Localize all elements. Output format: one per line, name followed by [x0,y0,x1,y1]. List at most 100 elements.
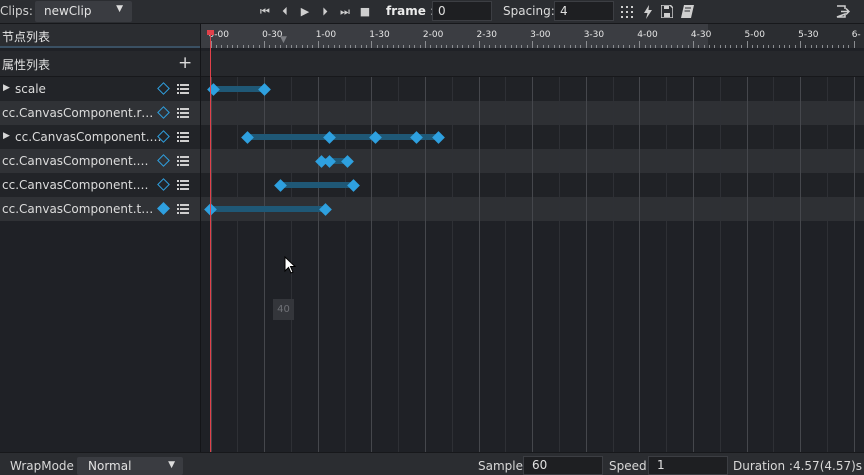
list-menu-icon[interactable] [177,84,189,94]
grid-line [639,77,640,452]
ruler-tick-mark [827,45,828,48]
ruler-tick-mark [286,45,287,48]
ruler-tick-label: 1-00 [315,30,337,40]
speed-input[interactable]: 1 [648,456,728,475]
ruler-tick-mark [253,45,254,48]
property-row[interactable]: cc.CanvasComponent.tar… [0,197,200,221]
ruler-tick-mark [704,45,705,48]
clip-select[interactable]: newClip ▼ [35,1,132,22]
ruler-tick-mark [693,41,694,48]
property-row[interactable]: cc.CanvasComponent.prio… [0,173,200,197]
grid-line [720,77,721,452]
wrapmode-value: Normal [88,459,132,473]
grid-line [747,77,748,452]
keyframe-segment[interactable] [280,182,354,188]
property-row[interactable]: cc.CanvasComponent.cle… [0,149,200,173]
list-menu-icon[interactable] [177,180,189,190]
exit-icon[interactable] [836,5,850,18]
list-menu-icon[interactable] [177,108,189,118]
ruler-tick-label: 4-30 [690,30,712,40]
ruler-tick-mark [763,45,764,48]
property-row[interactable]: cc.CanvasComponent.ren… [0,101,200,125]
grid-line [559,77,560,452]
add-keyframe-icon[interactable] [157,154,170,167]
ruler-tick-mark [489,45,490,48]
ruler-tick-mark [328,45,329,48]
grid-dots-icon[interactable] [621,6,634,18]
property-name: scale [15,82,46,96]
frame-input[interactable]: 0 [432,1,492,21]
property-row[interactable]: ▶ cc.CanvasComponent.… [0,125,200,149]
jump-to-end-icon[interactable]: ⏭ [338,4,352,19]
next-frame-icon[interactable]: ⏵ [318,4,332,19]
expand-arrow-icon[interactable]: ▶ [3,131,10,141]
grid-line [479,77,480,452]
playhead[interactable] [210,34,211,452]
property-name: cc.CanvasComponent.prio… [2,178,154,192]
spacing-input[interactable]: 4 [554,1,614,21]
property-row[interactable]: ▶ scale [0,77,200,101]
ruler-tick-label: 3-30 [583,30,605,40]
ruler-tick-mark [607,45,608,48]
ruler-tick-mark [789,45,790,48]
ruler-tick-mark [714,45,715,48]
ruler-tick-mark [221,45,222,48]
book-icon[interactable] [681,5,694,18]
list-menu-icon[interactable] [177,132,189,142]
grid-line [586,77,587,452]
ruler-tick-mark [473,45,474,48]
ruler-tick-mark [527,45,528,48]
sample-input[interactable]: 60 [523,456,603,475]
expand-arrow-icon[interactable]: ▶ [3,83,10,93]
ruler-tick-mark [409,45,410,48]
keyframe-tracks[interactable] [201,77,864,452]
add-keyframe-icon[interactable] [157,202,170,215]
grid-line [211,77,212,452]
ruler-tick-mark [822,45,823,48]
property-name: cc.CanvasComponent.cle… [2,154,154,168]
grid-line [800,77,801,452]
grid-line [693,77,694,452]
previous-frame-icon[interactable]: ⏴ [278,4,292,19]
ruler-tick-mark [586,41,587,48]
lightning-icon[interactable] [643,5,653,19]
ruler-tick-mark [436,45,437,48]
ruler-tick-mark [773,45,774,48]
jump-to-start-icon[interactable]: ⏮ [258,4,272,19]
ruler-tick-label: 5-00 [744,30,765,40]
chevron-down-icon: ▼ [168,460,175,470]
ruler-tick-mark [725,45,726,48]
grid-line [773,77,774,452]
grid-line [666,77,667,452]
ruler-tick-mark [457,45,458,48]
ruler-tick-mark [613,45,614,48]
stop-icon[interactable]: ■ [358,4,372,19]
ruler-tick-mark [516,45,517,48]
ruler-tick-mark [784,45,785,48]
ruler-tick-mark [323,45,324,48]
ruler-tick-mark [377,45,378,48]
node-list-header[interactable]: 节点列表 [0,24,200,48]
wrapmode-select[interactable]: Normal ▼ [77,457,183,475]
add-keyframe-icon[interactable] [157,178,170,191]
ruler-tick-mark [666,45,667,48]
ruler-tick-mark [564,45,565,48]
ruler-tick-mark [639,41,640,48]
ruler-tick-mark [237,45,238,48]
ruler-tick-mark [430,45,431,48]
add-property-icon[interactable]: + [178,53,192,73]
save-icon[interactable] [661,5,673,18]
keyframe-segment[interactable] [210,206,326,212]
ruler-tick-mark [275,45,276,48]
play-icon[interactable]: ▶ [298,4,312,19]
list-menu-icon[interactable] [177,156,189,166]
ruler-tick-mark [382,45,383,48]
grid-line [854,77,855,452]
property-name: cc.CanvasComponent.ren… [2,106,154,120]
list-menu-icon[interactable] [177,204,189,214]
ruler-tick-mark [532,41,533,48]
ruler-tick-mark [747,41,748,48]
timeline-ruler[interactable]: 0-00 0-30 1-00 1-30 2-00 2-30 3-00 3-30 4-00 4-30… [201,24,864,48]
add-keyframe-icon[interactable] [157,106,170,119]
ruler-tick-label: 5-30 [798,30,819,40]
